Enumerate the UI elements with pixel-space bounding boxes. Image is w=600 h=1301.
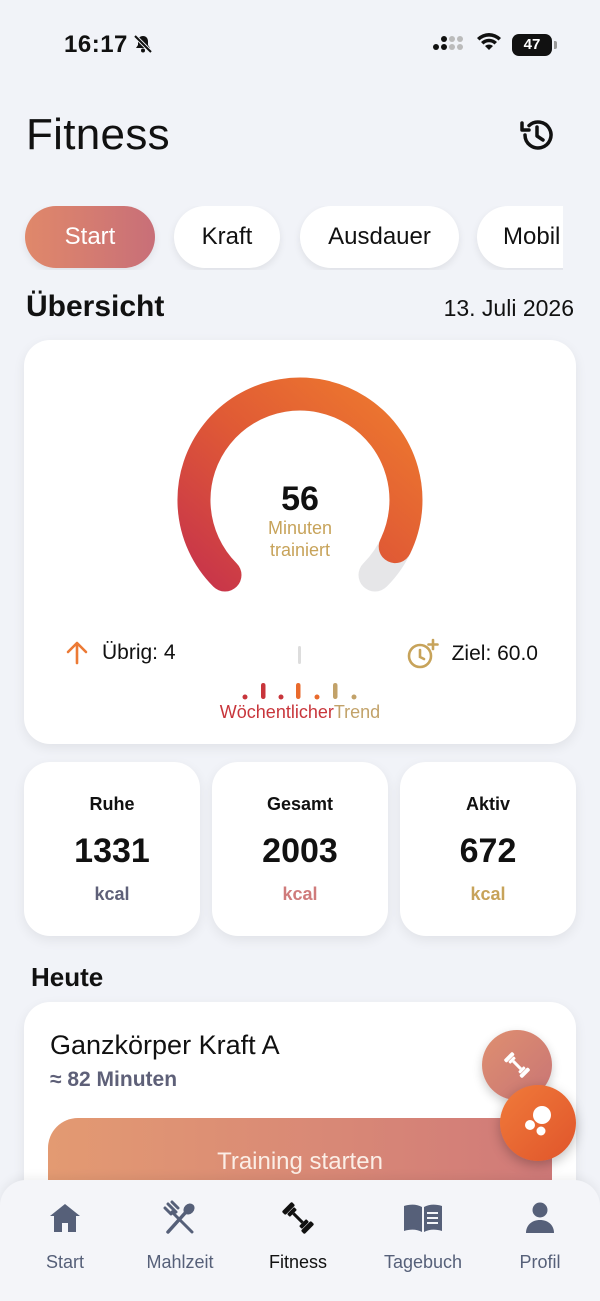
nav-label: Tagebuch bbox=[383, 1252, 463, 1272]
page-title: Fitness bbox=[26, 110, 170, 159]
utensils-icon bbox=[163, 1200, 195, 1234]
clock-plus-icon bbox=[407, 638, 439, 669]
nav-item-fitness[interactable]: Fitness bbox=[243, 1198, 353, 1273]
history-icon bbox=[520, 120, 553, 150]
history-button[interactable] bbox=[516, 114, 558, 156]
gauge-label-line1: Minuten bbox=[267, 518, 333, 538]
category-tabs: Start Kraft Ausdauer Mobil bbox=[0, 206, 563, 270]
arrow-up-icon bbox=[66, 641, 88, 665]
tab-start[interactable]: Start bbox=[25, 206, 155, 268]
kcal-unit: kcal bbox=[94, 884, 130, 904]
overview-date: 13. Juli 2026 bbox=[443, 295, 574, 321]
kcal-value: 672 bbox=[459, 832, 517, 870]
workout-duration: ≈ 82 Minuten bbox=[50, 1068, 178, 1091]
weekly-trend-label[interactable]: WöchentlicherTrend bbox=[24, 702, 576, 723]
kcal-title: Ruhe bbox=[89, 794, 135, 814]
nav-item-tagebuch[interactable]: Tagebuch bbox=[368, 1198, 478, 1273]
status-bar: 16:17 47 bbox=[0, 0, 600, 90]
nav-item-mahlzeit[interactable]: Mahlzeit bbox=[125, 1198, 235, 1273]
goal-stat: Ziel: 60.0 bbox=[406, 638, 538, 670]
today-title: Heute bbox=[31, 962, 104, 992]
nav-item-start[interactable]: Start bbox=[10, 1198, 120, 1273]
kcal-value: 2003 bbox=[262, 832, 338, 870]
kcal-title: Aktiv bbox=[465, 794, 510, 814]
bottom-navigation: Start Mahlzeit Fitness Tagebuch Profil bbox=[0, 1180, 600, 1301]
goal-text: Ziel: 60.0 bbox=[451, 642, 538, 665]
book-icon bbox=[404, 1204, 442, 1232]
stat-divider bbox=[298, 646, 301, 664]
tab-mobil[interactable]: Mobil bbox=[477, 206, 563, 268]
wifi-icon bbox=[476, 32, 502, 57]
overview-card: 56 Minuten trainiert Übrig: 4 Ziel: 60.0… bbox=[24, 340, 576, 744]
tab-ausdauer[interactable]: Ausdauer bbox=[300, 206, 459, 268]
trend-bar bbox=[333, 683, 338, 699]
trend-label-part1: Wöchentlicher bbox=[219, 702, 334, 722]
trend-label-part2: Trend bbox=[333, 702, 381, 722]
nav-label: Profil bbox=[519, 1252, 561, 1272]
gauge-label-line2: trainiert bbox=[269, 540, 331, 560]
nav-label: Mahlzeit bbox=[146, 1252, 214, 1272]
status-time: 16:17 bbox=[64, 31, 128, 58]
gauge-label: Minuten trainiert bbox=[24, 517, 576, 561]
kcal-card-total[interactable]: Gesamt 2003 kcal bbox=[212, 762, 388, 936]
nav-item-profil[interactable]: Profil bbox=[485, 1198, 595, 1273]
weekly-trend-sparkline bbox=[242, 683, 357, 700]
battery-indicator: 47 bbox=[512, 33, 557, 56]
signal-icon bbox=[432, 32, 466, 57]
dumbbell-icon bbox=[282, 1202, 314, 1234]
dumbbell-icon bbox=[504, 1052, 530, 1078]
user-icon bbox=[526, 1202, 554, 1233]
bubbles-icon bbox=[525, 1106, 551, 1136]
kcal-title: Gesamt bbox=[266, 794, 334, 814]
kcal-card-rest[interactable]: Ruhe 1331 kcal bbox=[24, 762, 200, 936]
gauge-value: 56 bbox=[281, 480, 319, 518]
kcal-unit: kcal bbox=[470, 884, 506, 904]
workout-name: Ganzkörper Kraft A bbox=[50, 1030, 280, 1060]
kcal-unit: kcal bbox=[282, 884, 318, 904]
trend-dot bbox=[351, 694, 357, 700]
trend-dot bbox=[314, 694, 320, 700]
trend-dot bbox=[278, 694, 284, 700]
trend-dot bbox=[242, 694, 248, 700]
remaining-text: Übrig: 4 bbox=[102, 641, 176, 664]
nav-label: Start bbox=[45, 1252, 84, 1272]
menu-fab[interactable] bbox=[500, 1085, 576, 1161]
home-icon bbox=[50, 1204, 80, 1232]
trend-bar bbox=[261, 683, 266, 699]
nav-label: Fitness bbox=[268, 1252, 328, 1272]
remaining-stat: Übrig: 4 bbox=[64, 640, 176, 666]
tab-kraft[interactable]: Kraft bbox=[174, 206, 280, 268]
overview-title: Übersicht bbox=[26, 290, 165, 323]
bell-muted-icon bbox=[132, 33, 154, 60]
kcal-value: 1331 bbox=[74, 832, 150, 870]
kcal-card-active[interactable]: Aktiv 672 kcal bbox=[400, 762, 576, 936]
trend-bar bbox=[296, 683, 301, 699]
